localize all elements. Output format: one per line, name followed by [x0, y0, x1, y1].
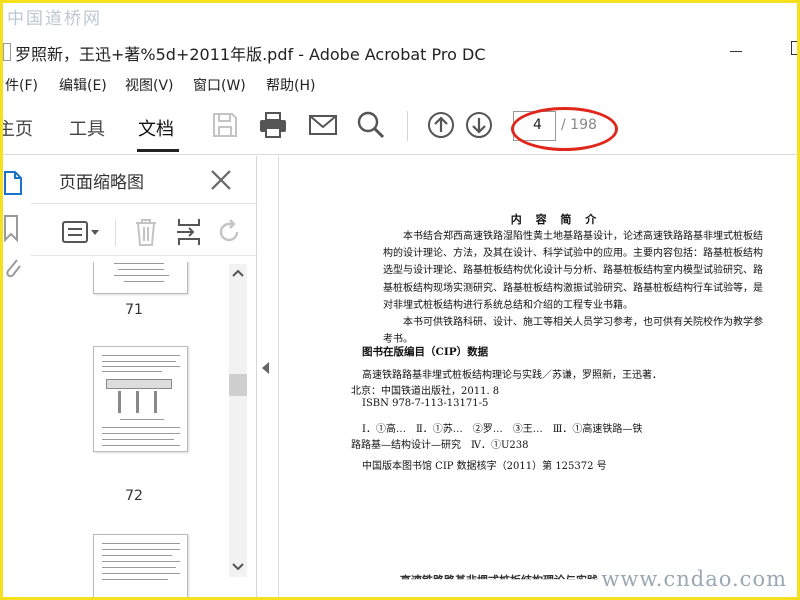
main-toolbar: 主页 工具 文档 4 / 198 [3, 97, 797, 155]
window-title: 罗照新，王迅+著%5d+2011年版.pdf - Adobe Acrobat P… [15, 45, 486, 64]
document-view[interactable]: 内 容 简 介 本书结合郑西高速铁路湿陷性黄土地基路基设计，论述高速铁路路基非埋… [280, 156, 797, 597]
panel-header: 页面缩略图 [31, 156, 257, 204]
panel-toolbar-separator [115, 220, 116, 246]
summary-heading: 内 容 简 介 [510, 213, 602, 226]
page-total: / 198 [561, 117, 597, 133]
page-number-input[interactable]: 4 [513, 111, 556, 141]
scrollbar-thumb[interactable] [229, 374, 247, 396]
thumbnail-list: 71 72 [31, 262, 237, 597]
summary-body: 本书结合郑西高速铁路湿陷性黄土地基路基设计，论述高速铁路路基非埋式桩板结构的设计… [383, 228, 763, 348]
cip-line: 北京：中国铁道出版社，2011. 8 [351, 386, 500, 397]
menu-window[interactable]: 窗口(W) [193, 75, 246, 95]
next-page-icon[interactable] [463, 109, 495, 141]
cip-line: 中国版本图书馆 CIP 数据核字（2011）第 125372 号 [362, 461, 607, 472]
panel-toolbar [31, 208, 257, 256]
maximize-icon[interactable] [791, 41, 797, 55]
thumbnail-page-number: 72 [125, 488, 143, 504]
document-file-icon [3, 43, 11, 61]
page-thumbnail[interactable] [93, 262, 188, 294]
cip-line: 路路基—结构设计—研究 Ⅳ．①U238 [351, 440, 529, 451]
menu-bar: 件(F) 编辑(E) 视图(V) 窗口(W) 帮助(H) [3, 73, 797, 95]
page-thumbnail[interactable] [93, 534, 188, 597]
search-icon[interactable] [355, 109, 387, 141]
save-icon[interactable] [209, 109, 241, 141]
email-icon[interactable] [307, 109, 339, 141]
screenshot-frame: 中国道桥网 罗照新，王迅+著%5d+2011年版.pdf - Adobe Acr… [0, 0, 800, 600]
collapse-arrow-icon[interactable] [262, 362, 269, 374]
thumbnail-page-number: 71 [125, 302, 143, 318]
rotate-icon[interactable] [217, 218, 243, 246]
title-bar: 罗照新，王迅+著%5d+2011年版.pdf - Adobe Acrobat P… [3, 33, 797, 71]
cip-line: Ⅰ．①高… Ⅱ．①苏… ②罗… ③王… Ⅲ．①高速铁路—铁 [362, 424, 643, 435]
navigation-rail [3, 156, 31, 597]
cip-title: 图书在版编目（CIP）数据 [362, 346, 489, 358]
menu-help[interactable]: 帮助(H) [266, 75, 315, 95]
scroll-down-icon[interactable] [232, 562, 244, 572]
next-page-title: 高速铁路路基非埋式桩板结构理论与实践 [400, 574, 598, 587]
previous-page-icon[interactable] [425, 109, 457, 141]
tab-home[interactable]: 主页 [3, 115, 33, 141]
page-thumbnails-icon[interactable] [3, 170, 23, 196]
pdf-page: 内 容 简 介 本书结合郑西高速铁路湿陷性黄土地基路基设计，论述高速铁路路基非埋… [300, 156, 780, 597]
close-icon[interactable] [209, 168, 233, 192]
scroll-up-icon[interactable] [232, 268, 244, 278]
minimize-icon[interactable] [730, 51, 742, 52]
thumbnail-scrollbar[interactable] [229, 264, 247, 577]
cip-line: ISBN 978-7-113-13171-5 [362, 398, 489, 409]
insert-pages-icon[interactable] [175, 217, 203, 247]
summary-paragraph: 本书结合郑西高速铁路湿陷性黄土地基路基设计，论述高速铁路路基非埋式桩板结构的设计… [383, 231, 763, 311]
watermark-bottom: www.cndao.com [601, 567, 787, 591]
watermark-top: 中国道桥网 [7, 9, 102, 29]
bookmarks-icon[interactable] [3, 214, 21, 242]
panel-title: 页面缩略图 [59, 173, 144, 193]
menu-view[interactable]: 视图(V) [125, 75, 174, 95]
menu-file[interactable]: 件(F) [5, 75, 38, 95]
toolbar-separator [407, 111, 408, 141]
tab-tools[interactable]: 工具 [69, 115, 105, 141]
attachments-icon[interactable] [3, 254, 23, 282]
page-thumbnail[interactable] [93, 346, 188, 452]
menu-edit[interactable]: 编辑(E) [59, 75, 107, 95]
delete-icon[interactable] [133, 217, 159, 247]
tab-document[interactable]: 文档 [138, 115, 174, 141]
thumbnail-options-icon[interactable] [61, 218, 101, 246]
page-thumbnails-panel: 页面缩略图 71 72 [31, 156, 257, 597]
cip-line: 高速铁路路基非埋式桩板结构理论与实践／苏谦，罗照新，王迅著． [362, 370, 662, 381]
print-icon[interactable] [257, 109, 289, 141]
panel-collapse-handle[interactable] [257, 156, 279, 597]
active-tab-indicator [137, 149, 179, 152]
